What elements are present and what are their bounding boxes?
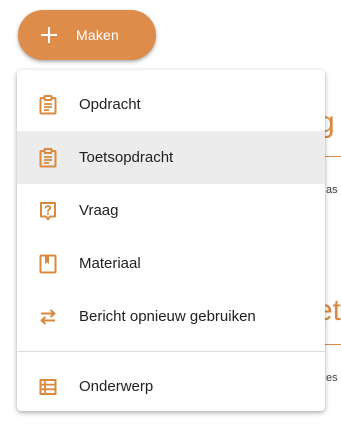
classroom-page: g as et es Maken Opdracht Toetsopdracht … xyxy=(0,0,341,425)
reuse-post-icon xyxy=(37,306,59,328)
menu-item-label: Opdracht xyxy=(79,96,141,113)
menu-item-label: Onderwerp xyxy=(79,378,154,395)
menu-item-label: Toetsopdracht xyxy=(79,149,174,166)
menu-item-reuse-post[interactable]: Bericht opnieuw gebruiken xyxy=(17,290,325,343)
menu-item-question[interactable]: Vraag xyxy=(17,184,325,237)
background-snippet-2: es xyxy=(326,372,338,384)
topic-icon xyxy=(37,376,59,398)
menu-item-label: Bericht opnieuw gebruiken xyxy=(79,308,256,325)
material-icon xyxy=(37,253,59,275)
menu-item-label: Materiaal xyxy=(79,255,141,272)
plus-icon xyxy=(41,27,57,43)
menu-item-material[interactable]: Materiaal xyxy=(17,237,325,290)
create-button-label: Maken xyxy=(76,27,120,43)
menu-item-quiz-assignment[interactable]: Toetsopdracht xyxy=(17,131,325,184)
question-icon xyxy=(37,200,59,222)
create-button[interactable]: Maken xyxy=(18,10,156,60)
menu-item-assignment[interactable]: Opdracht xyxy=(17,78,325,131)
quiz-assignment-icon xyxy=(37,147,59,169)
assignment-icon xyxy=(37,94,59,116)
menu-item-label: Vraag xyxy=(79,202,119,219)
menu-item-topic[interactable]: Onderwerp xyxy=(17,360,325,413)
menu-divider xyxy=(17,351,325,352)
create-menu: Opdracht Toetsopdracht Vraag Materiaal B… xyxy=(17,70,325,411)
background-snippet-1: as xyxy=(326,184,338,196)
